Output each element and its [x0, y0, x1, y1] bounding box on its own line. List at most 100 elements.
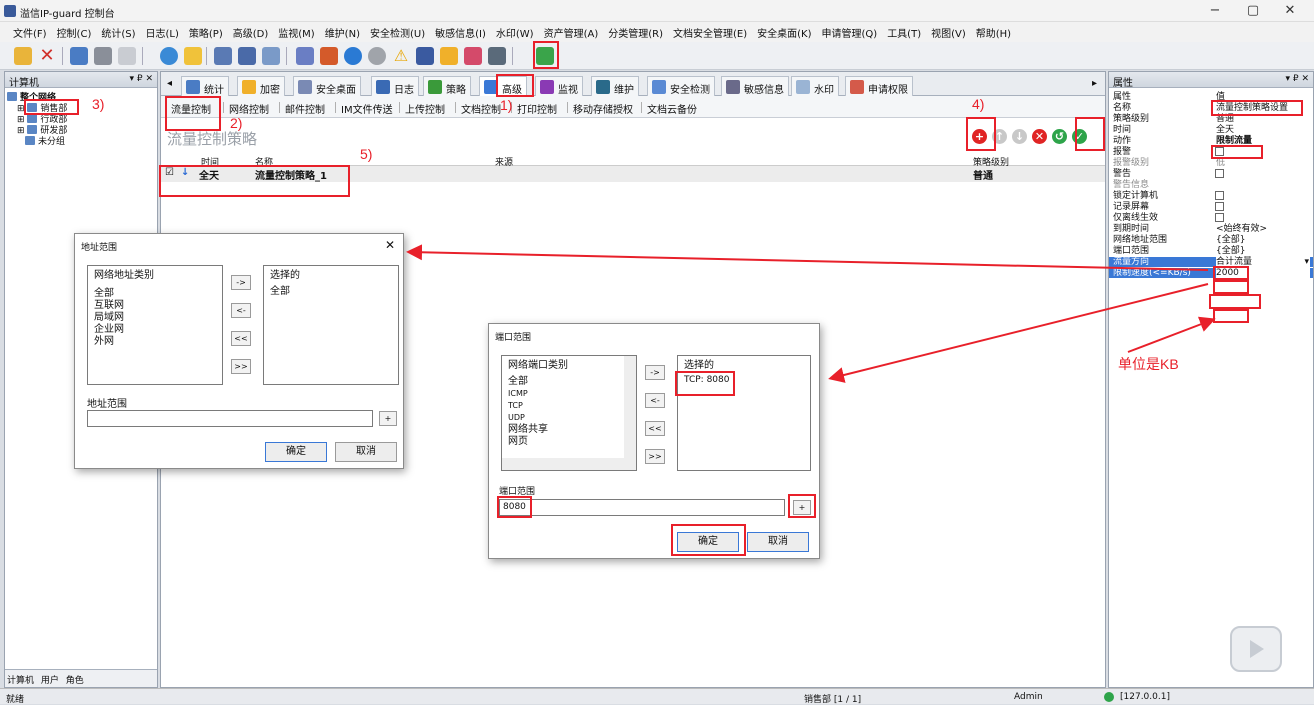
address-range-input[interactable] [87, 410, 373, 427]
mobile-icon[interactable] [488, 47, 506, 65]
tab-users[interactable]: 用户 [41, 676, 59, 686]
subtab-mail-control[interactable]: 邮件控制 [285, 101, 325, 116]
menu-classify[interactable]: 分类管理(R) [603, 22, 668, 40]
prop-flow-direction[interactable]: 流量方向 合计流量 ▾ [1109, 257, 1313, 267]
subtab-doc-cloud-backup[interactable]: 文档云备份 [647, 101, 697, 116]
add-button[interactable]: -> [231, 275, 251, 290]
panel-controls[interactable]: ▾ ₽ ✕ [1285, 74, 1309, 84]
folder-icon[interactable] [184, 47, 202, 65]
list-item[interactable]: 企业网 [94, 324, 216, 336]
tab-watermark[interactable]: 水印 [791, 76, 839, 96]
prop-time[interactable]: 时间 全天 [1109, 125, 1313, 135]
prop-warning[interactable]: 警告 [1109, 169, 1313, 179]
list-item[interactable]: ICMP [508, 388, 630, 400]
warning-icon[interactable]: ⚠ [392, 47, 410, 65]
remove-button[interactable]: <- [645, 393, 665, 408]
add-all-button[interactable]: >> [645, 449, 665, 464]
maximize-button[interactable]: ▢ [1238, 2, 1268, 20]
menu-doc-security[interactable]: 文档安全管理(E) [668, 22, 752, 40]
tab-request-perm[interactable]: 申请权限 [845, 76, 913, 96]
list-item[interactable]: 局域网 [94, 312, 216, 324]
window-icon[interactable] [262, 47, 280, 65]
chart-icon[interactable] [320, 47, 338, 65]
menu-requests[interactable]: 申请管理(Q) [817, 22, 883, 40]
menu-control[interactable]: 控制(C) [52, 22, 97, 40]
edit-icon[interactable] [464, 47, 482, 65]
vertical-scrollbar[interactable] [624, 356, 636, 470]
menu-sensitive[interactable]: 敏感信息(I) [430, 22, 491, 40]
subtab-upload-control[interactable]: 上传控制 [405, 101, 445, 116]
menu-maintain[interactable]: 维护(N) [320, 22, 365, 40]
undo-button[interactable]: ↺ [1052, 129, 1067, 144]
list-item[interactable]: 互联网 [94, 300, 216, 312]
menu-monitor[interactable]: 监视(M) [273, 22, 319, 40]
menu-policy[interactable]: 策略(P) [184, 22, 228, 40]
tree-node-ungrouped[interactable]: 未分组 [7, 136, 155, 147]
cancel-button[interactable]: 取消 [747, 532, 809, 552]
globe-icon[interactable] [160, 47, 178, 65]
remove-all-button[interactable]: << [645, 421, 665, 436]
remove-button[interactable]: <- [231, 303, 251, 318]
list-item[interactable]: 全部 [270, 286, 392, 298]
menu-assets[interactable]: 资产管理(A) [539, 22, 604, 40]
tab-scroll-left[interactable]: ◂ [167, 78, 172, 89]
tree-node-rnd[interactable]: ⊞ 研发部 [7, 125, 155, 136]
list-item[interactable]: 网络共享 [508, 424, 630, 436]
tab-policy[interactable]: 策略 [423, 76, 471, 96]
subtab-removable-auth[interactable]: 移动存储授权 [573, 101, 633, 116]
prop-address-range[interactable]: 网络地址范围 {全部} [1109, 235, 1313, 245]
cancel-button[interactable]: 取消 [335, 442, 397, 462]
subtab-print-control[interactable]: 打印控制 [517, 101, 557, 116]
computer-icon[interactable] [214, 47, 232, 65]
tab-log[interactable]: 日志 [371, 76, 419, 96]
tab-stats[interactable]: 统计 [181, 76, 229, 96]
port-category-list[interactable]: 网络端口类别 全部 ICMP TCP UDP 网络共享 网页 [501, 355, 637, 471]
menu-log[interactable]: 日志(L) [141, 22, 184, 40]
prop-record-screen[interactable]: 记录屏幕 [1109, 202, 1313, 212]
list-item[interactable]: 全部 [94, 288, 216, 300]
menu-advanced[interactable]: 高级(D) [228, 22, 274, 40]
menu-security-check[interactable]: 安全检测(U) [365, 22, 430, 40]
print-icon[interactable] [94, 47, 112, 65]
menu-tools[interactable]: 工具(T) [882, 22, 926, 40]
delete-policy-button[interactable]: ✕ [1032, 129, 1047, 144]
ok-button[interactable]: 确定 [265, 442, 327, 462]
prop-port-range[interactable]: 端口范围 {全部} [1109, 246, 1313, 256]
add-button[interactable]: -> [645, 365, 665, 380]
subtab-doc-control[interactable]: 文档控制 [461, 101, 501, 116]
address-selected-list[interactable]: 选择的 全部 [263, 265, 399, 385]
new-icon[interactable] [14, 47, 32, 65]
prop-offline-only[interactable]: 仅离线生效 [1109, 213, 1313, 223]
menu-view[interactable]: 视图(V) [926, 22, 971, 40]
prop-warning-msg[interactable]: 警告信息 [1109, 180, 1313, 190]
list-item[interactable]: 全部 [508, 376, 630, 388]
tab-monitor[interactable]: 监视 [535, 76, 583, 96]
tab-scroll-right[interactable]: ▸ [1092, 78, 1097, 89]
tab-roles[interactable]: 角色 [66, 676, 84, 686]
network-icon[interactable] [296, 47, 314, 65]
menu-file[interactable]: 文件(F) [8, 22, 52, 40]
address-category-list[interactable]: 网络地址类别 全部 互联网 局域网 企业网 外网 [87, 265, 223, 385]
menu-help[interactable]: 帮助(H) [971, 22, 1016, 40]
tab-security-check[interactable]: 安全检测 [647, 76, 715, 96]
close-icon[interactable]: ✕ [385, 238, 395, 252]
port-range-input[interactable]: 8080 [499, 499, 785, 516]
monitor-icon[interactable] [238, 47, 256, 65]
panel-controls[interactable]: ▾ ₽ ✕ [129, 74, 153, 84]
minimize-button[interactable]: − [1200, 2, 1230, 20]
book-icon[interactable] [416, 47, 434, 65]
tab-secure-desktop[interactable]: 安全桌面 [293, 76, 361, 96]
menu-secure-desktop[interactable]: 安全桌面(K) [752, 22, 816, 40]
add-all-button[interactable]: >> [231, 359, 251, 374]
tab-computers[interactable]: 计算机 [7, 676, 34, 686]
move-down-button[interactable]: ↓ [1012, 129, 1027, 144]
remove-all-button[interactable]: << [231, 331, 251, 346]
address-plus-button[interactable]: + [379, 411, 397, 426]
subtab-network-control[interactable]: 网络控制 [229, 101, 269, 116]
prop-expire[interactable]: 到期时间 <始终有效> [1109, 224, 1313, 234]
list-item[interactable]: 网页 [508, 436, 630, 448]
list-item[interactable]: 外网 [94, 336, 216, 348]
import-icon[interactable] [70, 47, 88, 65]
prop-speed-limit[interactable]: 限制速度(<=KB/s) 2000 [1109, 268, 1313, 278]
list-item[interactable]: TCP [508, 400, 630, 412]
